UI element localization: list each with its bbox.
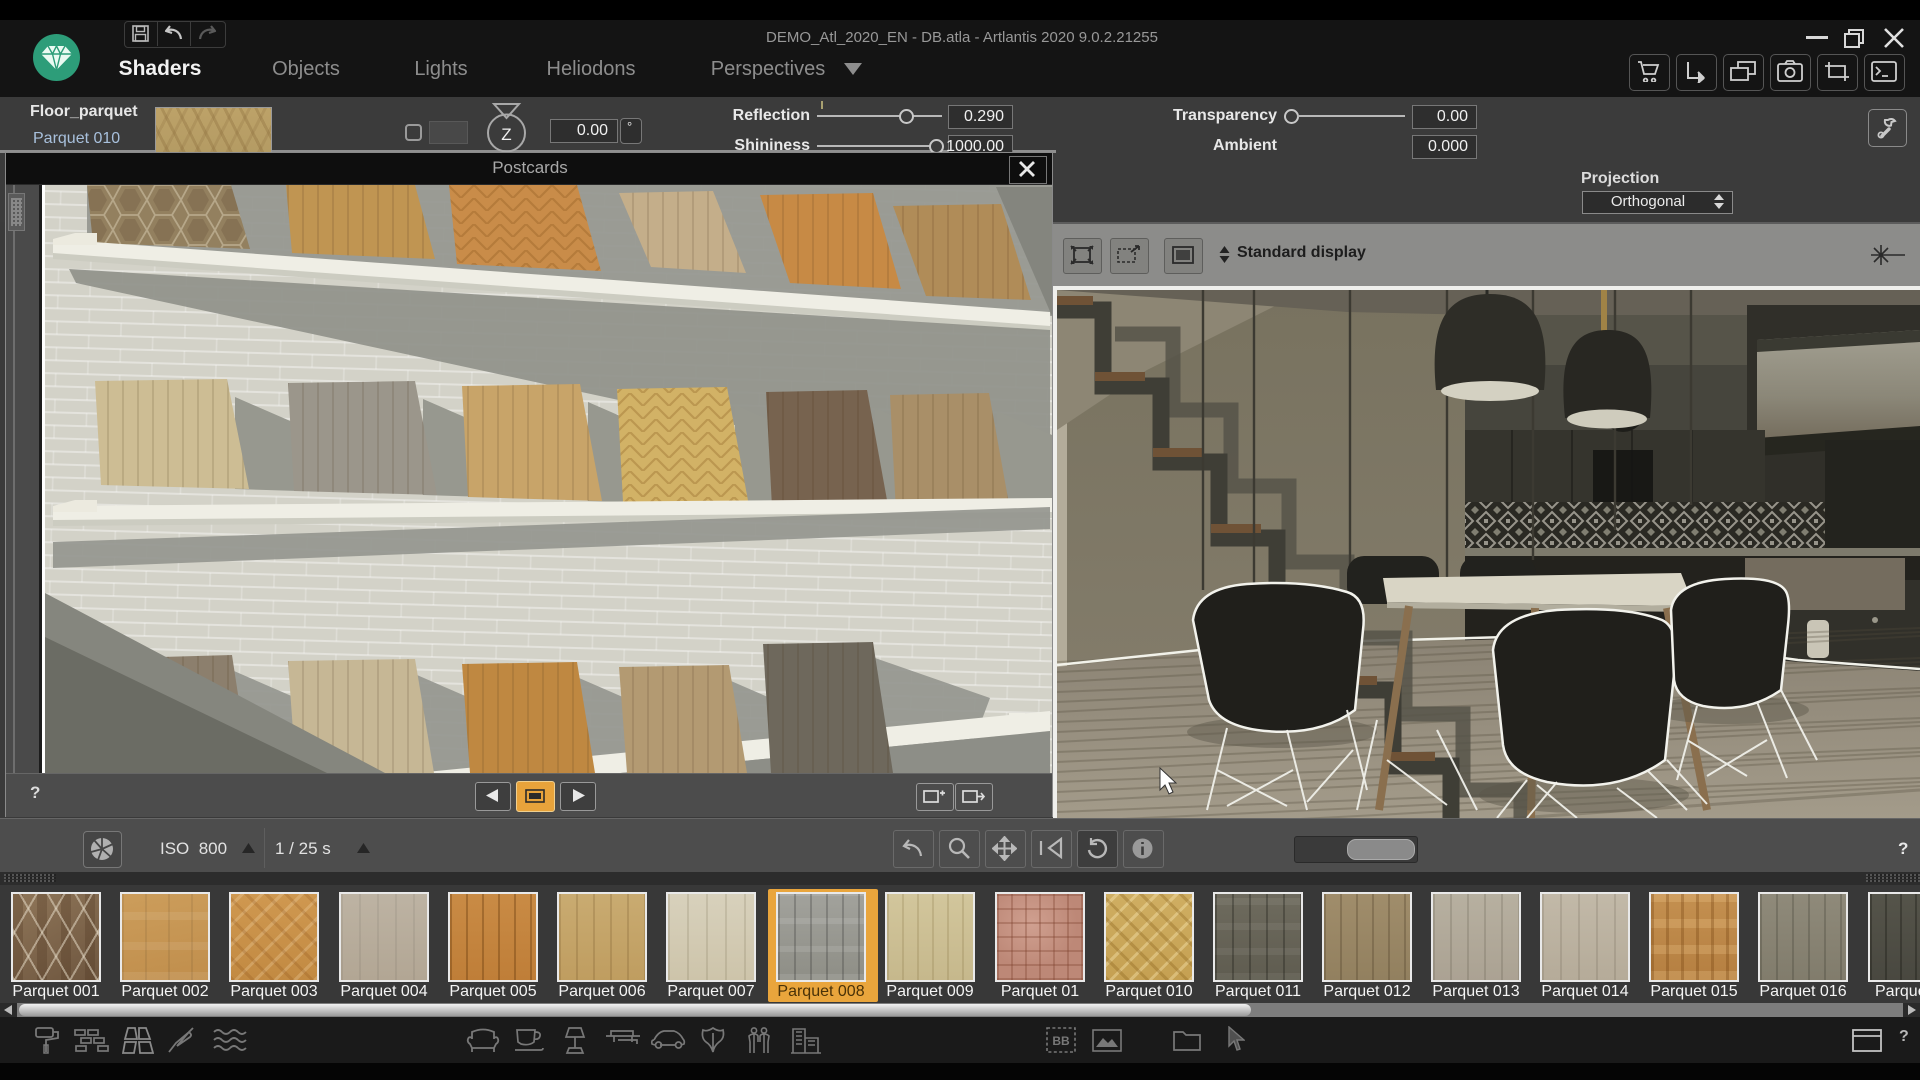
svg-text:BB: BB [1052,1034,1070,1048]
svg-text:Z: Z [501,125,511,144]
